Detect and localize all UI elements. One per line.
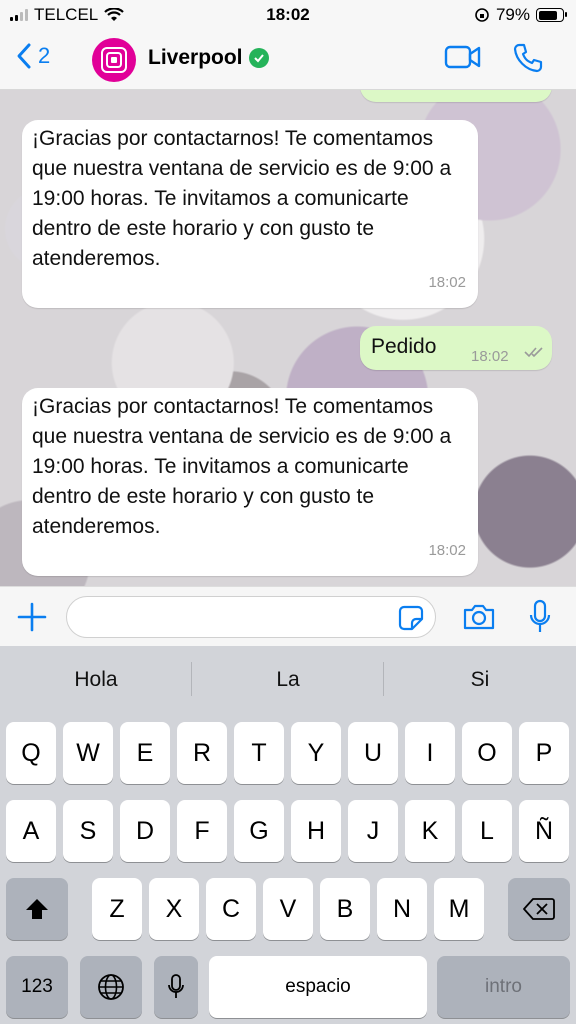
key-b[interactable]: B <box>320 878 370 940</box>
message-bubble-incoming[interactable]: ¡Gracias por contactarnos! Te comentamos… <box>22 388 478 576</box>
backspace-key[interactable] <box>508 878 570 940</box>
key-n[interactable]: N <box>377 878 427 940</box>
key-r[interactable]: R <box>177 722 227 784</box>
globe-icon <box>98 974 124 1000</box>
key-v[interactable]: V <box>263 878 313 940</box>
key-x[interactable]: X <box>149 878 199 940</box>
message-time: 18:02 <box>471 348 509 365</box>
battery-icon <box>536 8 567 22</box>
status-bar: TELCEL 18:02 79% <box>0 0 576 32</box>
key-e[interactable]: E <box>120 722 170 784</box>
orientation-lock-icon <box>475 8 489 22</box>
key-s[interactable]: S <box>63 800 113 862</box>
key-n-tilde[interactable]: Ñ <box>519 800 569 862</box>
compose-bar <box>0 586 576 646</box>
message-text: Pedido <box>371 335 437 358</box>
camera-icon[interactable] <box>462 603 496 631</box>
key-o[interactable]: O <box>462 722 512 784</box>
predictive-bar: Hola La Si <box>0 646 576 716</box>
message-list[interactable]: ¡Gracias por contactarnos! Te comentamos… <box>0 90 576 586</box>
backspace-icon <box>523 898 555 920</box>
key-q[interactable]: Q <box>6 722 56 784</box>
key-w[interactable]: W <box>63 722 113 784</box>
suggestion-2[interactable]: La <box>192 668 384 692</box>
key-i[interactable]: I <box>405 722 455 784</box>
message-bubble-incoming[interactable]: ¡Gracias por contactarnos! Te comentamos… <box>22 120 478 308</box>
message-bubble-partial <box>360 90 552 102</box>
key-a[interactable]: A <box>6 800 56 862</box>
message-input[interactable] <box>66 596 436 638</box>
key-l[interactable]: L <box>462 800 512 862</box>
video-call-icon[interactable] <box>444 44 482 70</box>
microphone-icon[interactable] <box>528 599 552 635</box>
back-button[interactable]: 2 <box>16 42 50 70</box>
unread-count: 2 <box>38 43 51 68</box>
keyboard: Hola La Si Q W E R T Y U I O P A S D F G… <box>0 646 576 1024</box>
shift-icon <box>26 899 48 919</box>
suggestion-1[interactable]: Hola <box>0 668 192 692</box>
back-chevron-icon <box>17 43 31 69</box>
key-j[interactable]: J <box>348 800 398 862</box>
dictation-icon <box>168 974 184 998</box>
verified-icon <box>248 48 269 68</box>
chat-header: 2 Liverpool <box>0 32 576 90</box>
shift-key[interactable] <box>6 878 68 940</box>
message-time: 18:02 <box>428 274 466 291</box>
key-k[interactable]: K <box>405 800 455 862</box>
key-z[interactable]: Z <box>92 878 142 940</box>
key-d[interactable]: D <box>120 800 170 862</box>
key-u[interactable]: U <box>348 722 398 784</box>
key-f[interactable]: F <box>177 800 227 862</box>
plus-icon[interactable] <box>16 601 48 633</box>
contact-name-label: Liverpool <box>148 46 243 69</box>
return-key[interactable]: intro <box>437 956 570 1018</box>
message-bubble-outgoing[interactable]: Pedido 18:02 <box>360 326 552 370</box>
suggestion-3[interactable]: Si <box>384 668 576 692</box>
key-c[interactable]: C <box>206 878 256 940</box>
battery-percent: 79% <box>495 5 530 24</box>
numbers-key[interactable]: 123 <box>6 956 68 1018</box>
liverpool-logo-icon <box>101 47 127 73</box>
key-y[interactable]: Y <box>291 722 341 784</box>
globe-key[interactable] <box>80 956 142 1018</box>
key-h[interactable]: H <box>291 800 341 862</box>
message-time: 18:02 <box>428 542 466 559</box>
key-g[interactable]: G <box>234 800 284 862</box>
message-text: ¡Gracias por contactarnos! Te comentamos… <box>32 395 452 538</box>
phone-call-icon[interactable] <box>512 42 544 74</box>
avatar[interactable] <box>92 38 136 82</box>
space-key[interactable]: espacio <box>209 956 427 1018</box>
contact-name[interactable]: Liverpool <box>148 46 269 70</box>
key-p[interactable]: P <box>519 722 569 784</box>
key-m[interactable]: M <box>434 878 484 940</box>
message-text: ¡Gracias por contactarnos! Te comentamos… <box>32 127 452 270</box>
delivered-ticks-icon <box>524 347 543 358</box>
dictation-key[interactable] <box>154 956 198 1018</box>
key-t[interactable]: T <box>234 722 284 784</box>
sticker-icon[interactable] <box>398 605 424 631</box>
